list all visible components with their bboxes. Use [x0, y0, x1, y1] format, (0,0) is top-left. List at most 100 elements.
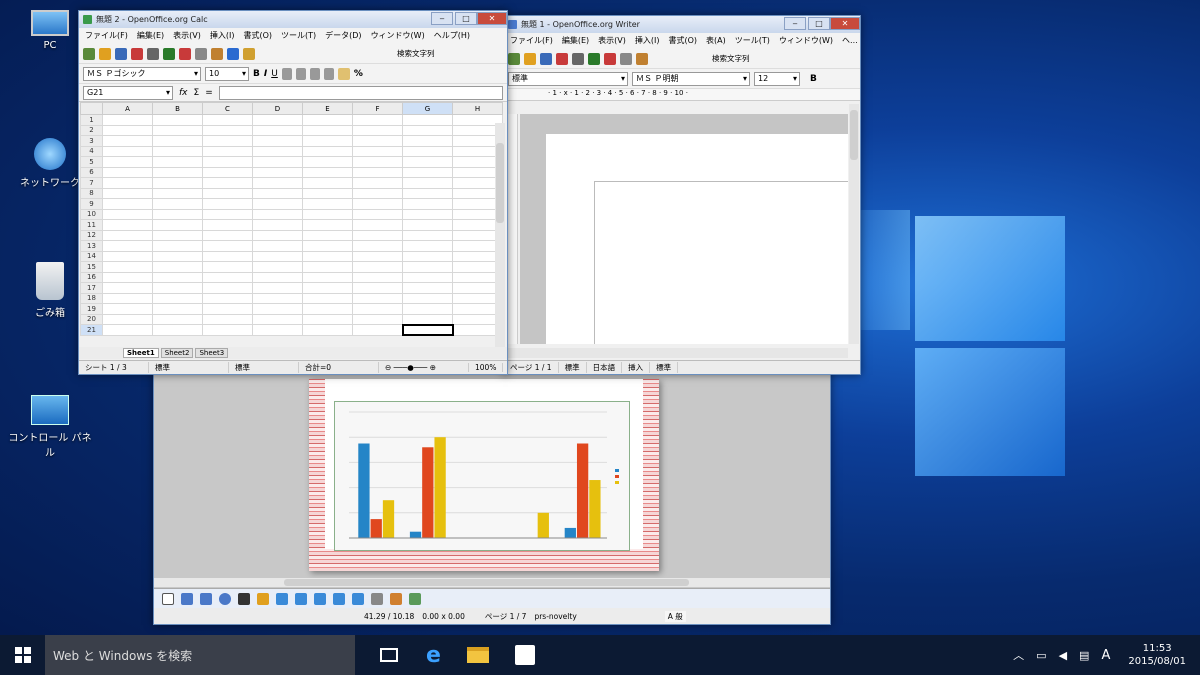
- column-header[interactable]: E: [302, 102, 353, 115]
- gallery-icon[interactable]: [243, 47, 255, 60]
- spreadsheet-grid[interactable]: ABCDEFGH 1 2 3 4 5 6 7 8 9 10 11 12 13 14 15 16 17 18 19 20…: [80, 102, 503, 336]
- pdf-icon[interactable]: [556, 52, 568, 65]
- print-icon[interactable]: [147, 47, 159, 60]
- bar-chart[interactable]: [334, 401, 630, 551]
- cell[interactable]: [102, 313, 153, 325]
- cell[interactable]: [102, 124, 153, 136]
- impress-hscroll[interactable]: [154, 578, 830, 587]
- cell[interactable]: [202, 177, 253, 189]
- column-header[interactable]: A: [102, 102, 153, 115]
- cell[interactable]: [252, 156, 303, 168]
- active-cell[interactable]: [401, 323, 454, 336]
- bar[interactable]: [409, 531, 422, 538]
- calc-vscroll[interactable]: [495, 123, 505, 348]
- cell[interactable]: [152, 166, 203, 178]
- sheet-tab[interactable]: Sheet2: [160, 348, 194, 358]
- cell[interactable]: [302, 219, 353, 231]
- cell[interactable]: [152, 282, 203, 294]
- copy-icon[interactable]: [620, 52, 632, 65]
- cell[interactable]: [352, 219, 403, 231]
- extrusion-tool-icon[interactable]: [409, 592, 421, 605]
- cell[interactable]: [152, 177, 203, 189]
- open-icon[interactable]: [99, 47, 111, 60]
- cell[interactable]: [152, 324, 203, 336]
- cell[interactable]: [302, 145, 353, 157]
- cell[interactable]: [352, 135, 403, 147]
- cell[interactable]: [202, 303, 253, 315]
- row-header[interactable]: 21: [80, 324, 103, 336]
- menu-item[interactable]: ツール(T): [735, 35, 770, 47]
- sheet-tab[interactable]: Sheet1: [123, 348, 159, 358]
- cell[interactable]: [402, 124, 453, 136]
- cell[interactable]: [102, 292, 153, 304]
- cell[interactable]: [252, 219, 303, 231]
- zoom-slider[interactable]: ⊖ ───●─── ⊕: [379, 363, 469, 372]
- cell[interactable]: [302, 282, 353, 294]
- cut-icon[interactable]: [604, 52, 616, 65]
- cell[interactable]: [402, 271, 453, 283]
- cell[interactable]: [402, 292, 453, 304]
- cell[interactable]: [352, 145, 403, 157]
- cell[interactable]: [252, 145, 303, 157]
- cell[interactable]: [302, 250, 353, 262]
- menu-item[interactable]: データ(D): [325, 30, 361, 42]
- desktop-icon-control-panel[interactable]: コントロール パネル: [5, 395, 95, 459]
- shapes-tool-icon[interactable]: [276, 592, 288, 605]
- cell[interactable]: [102, 166, 153, 178]
- cell[interactable]: [252, 208, 303, 220]
- cell[interactable]: [302, 156, 353, 168]
- cell[interactable]: [152, 198, 203, 210]
- menu-item[interactable]: 書式(O): [243, 30, 272, 42]
- search-box[interactable]: Web と Windows を検索: [45, 635, 355, 675]
- cell[interactable]: [352, 208, 403, 220]
- cell[interactable]: [252, 250, 303, 262]
- font-name-select[interactable]: ＭＳ Ｐゴシック: [83, 66, 201, 81]
- cell[interactable]: [402, 187, 453, 199]
- cell[interactable]: [202, 114, 253, 126]
- cell[interactable]: [352, 166, 403, 178]
- cell[interactable]: [402, 135, 453, 147]
- text-tool-icon[interactable]: [238, 592, 250, 605]
- curve-tool-icon[interactable]: [257, 592, 269, 605]
- row-header[interactable]: 2: [80, 124, 103, 136]
- function-wizard-icon[interactable]: fx: [179, 88, 188, 98]
- cell[interactable]: [102, 145, 153, 157]
- task-view-icon[interactable]: [380, 648, 398, 662]
- rectangle-tool-icon[interactable]: [200, 592, 212, 605]
- writer-titlebar[interactable]: 無題 1 - OpenOffice.org Writer ‒ □ ✕: [504, 16, 860, 33]
- cell[interactable]: [102, 282, 153, 294]
- cell[interactable]: [352, 292, 403, 304]
- row-header[interactable]: 8: [80, 187, 103, 199]
- slide-canvas[interactable]: [309, 379, 659, 571]
- cell[interactable]: [252, 240, 303, 252]
- start-button[interactable]: [0, 635, 45, 675]
- percent-icon[interactable]: %: [354, 69, 363, 79]
- cell[interactable]: [252, 114, 303, 126]
- menu-item[interactable]: ファイル(F): [85, 30, 128, 42]
- cell[interactable]: [102, 208, 153, 220]
- minimize-button[interactable]: ‒: [784, 17, 806, 30]
- show-hidden-icons-icon[interactable]: ︿: [1013, 647, 1024, 663]
- cell[interactable]: [202, 135, 253, 147]
- cell[interactable]: [102, 261, 153, 273]
- cell[interactable]: [352, 124, 403, 136]
- cell[interactable]: [202, 313, 253, 325]
- bar[interactable]: [537, 512, 549, 538]
- save-icon[interactable]: [540, 52, 552, 65]
- cell[interactable]: [402, 145, 453, 157]
- cell[interactable]: [302, 261, 353, 273]
- cell[interactable]: [152, 124, 203, 136]
- cell[interactable]: [302, 324, 353, 336]
- row-header[interactable]: 15: [80, 261, 103, 273]
- column-header[interactable]: C: [202, 102, 253, 115]
- bold-button[interactable]: B: [810, 74, 817, 84]
- row-header[interactable]: 20: [80, 313, 103, 325]
- cell[interactable]: [202, 271, 253, 283]
- ime-indicator[interactable]: A: [1101, 648, 1110, 663]
- cell[interactable]: [302, 313, 353, 325]
- ellipse-tool-icon[interactable]: [219, 592, 231, 605]
- cell[interactable]: [252, 166, 303, 178]
- cell[interactable]: [152, 114, 203, 126]
- menu-item[interactable]: 編集(E): [562, 35, 589, 47]
- close-button[interactable]: ✕: [830, 17, 860, 30]
